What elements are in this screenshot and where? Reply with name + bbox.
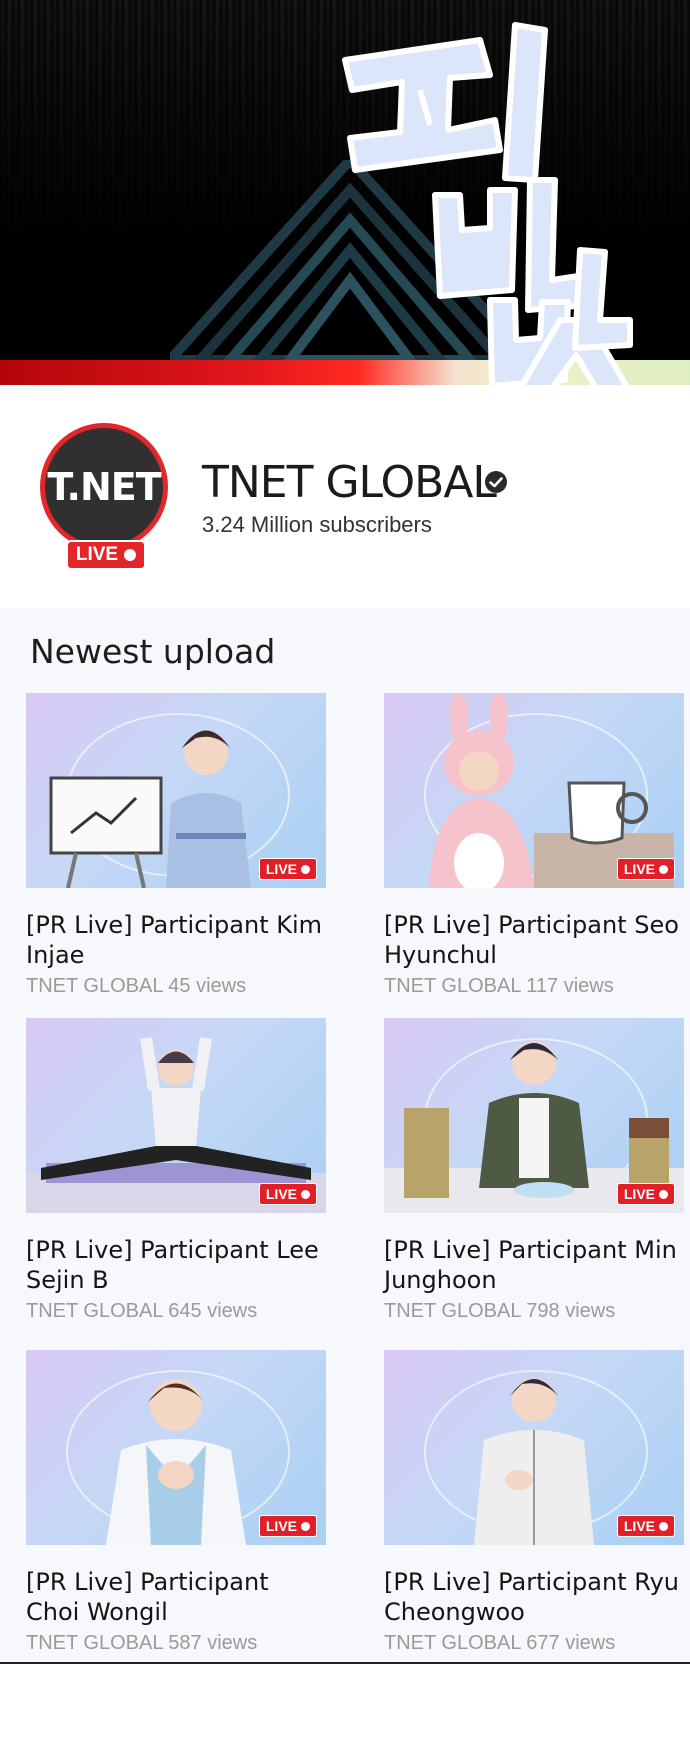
video-card[interactable]: LIVE [PR Live] Participant Choi Wongil T… (26, 1350, 326, 1655)
video-meta: TNET GLOBAL 587 views (26, 1632, 326, 1655)
video-meta: TNET GLOBAL 117 views (384, 975, 684, 998)
live-label: LIVE (623, 861, 655, 877)
page-footer (0, 1664, 690, 1738)
video-views: 798 views (526, 1300, 616, 1322)
section-title: Newest upload (30, 632, 276, 671)
video-meta: TNET GLOBAL 798 views (384, 1300, 684, 1323)
live-dot-icon (301, 864, 310, 874)
live-badge-label: LIVE (75, 544, 119, 565)
video-views: 645 views (168, 1300, 258, 1322)
video-thumbnail[interactable]: LIVE (384, 693, 684, 888)
channel-header: T.NET LIVE TNET GLOBAL 3.24 Million subs… (0, 385, 690, 608)
live-dot-icon (659, 1189, 668, 1199)
channel-avatar[interactable]: T.NET (40, 423, 168, 551)
thumbnail-live-badge: LIVE (258, 1515, 317, 1537)
video-title[interactable]: [PR Live] Participant Ryu Cheongwoo (384, 1567, 684, 1627)
thumbnail-live-badge: LIVE (616, 1515, 675, 1537)
video-title[interactable]: [PR Live] Participant Min Junghoon (384, 1235, 684, 1295)
subscriber-count: 3.24 Million subscribers (202, 512, 432, 537)
channel-logo: T.NET (45, 428, 163, 546)
live-label: LIVE (623, 1518, 655, 1534)
video-views: 45 views (168, 975, 247, 997)
video-card[interactable]: LIVE [PR Live] Participant Min Junghoon … (384, 1018, 684, 1323)
video-channel: TNET GLOBAL (26, 1632, 163, 1654)
live-label: LIVE (623, 1186, 655, 1202)
video-meta: TNET GLOBAL 45 views (26, 975, 326, 998)
video-channel: TNET GLOBAL (384, 1300, 521, 1322)
video-meta: TNET GLOBAL 645 views (26, 1300, 326, 1323)
live-dot-icon (659, 1521, 668, 1531)
video-thumbnail[interactable]: LIVE (26, 693, 326, 888)
video-channel: TNET GLOBAL (26, 1300, 163, 1322)
video-title[interactable]: [PR Live] Participant Lee Sejin B (26, 1235, 326, 1295)
live-dot-icon (124, 549, 137, 561)
thumbnail-live-badge: LIVE (258, 858, 317, 880)
channel-name[interactable]: TNET GLOBAL (202, 457, 497, 508)
thumbnail-live-badge: LIVE (616, 1183, 675, 1205)
video-views: 677 views (526, 1632, 616, 1654)
channel-logo-text: T.NET (47, 465, 161, 509)
video-views: 117 views (526, 975, 614, 997)
live-dot-icon (659, 864, 668, 874)
video-title[interactable]: [PR Live] Participant Choi Wongil (26, 1567, 326, 1627)
video-thumbnail[interactable]: LIVE (384, 1350, 684, 1545)
video-channel: TNET GLOBAL (26, 975, 163, 997)
video-channel: TNET GLOBAL (384, 975, 521, 997)
video-card[interactable]: LIVE [PR Live] Participant Kim Injae TNE… (26, 693, 326, 998)
thumbnail-live-badge: LIVE (616, 858, 675, 880)
thumbnail-live-badge: LIVE (258, 1183, 317, 1205)
live-label: LIVE (265, 1518, 297, 1534)
uploads-section: Newest upload LIVE [PR Live] Participant… (0, 608, 690, 1663)
video-card[interactable]: LIVE [PR Live] Participant Ryu Cheongwoo… (384, 1350, 684, 1655)
video-thumbnail[interactable]: LIVE (26, 1350, 326, 1545)
video-title[interactable]: [PR Live] Participant Kim Injae (26, 910, 326, 970)
video-card[interactable]: LIVE [PR Live] Participant Seo Hyunchul … (384, 693, 684, 998)
video-views: 587 views (168, 1632, 258, 1654)
live-label: LIVE (265, 861, 297, 877)
live-dot-icon (301, 1521, 310, 1531)
video-title[interactable]: [PR Live] Participant Seo Hyunchul (384, 910, 684, 970)
video-card[interactable]: LIVE [PR Live] Participant Lee Sejin B T… (26, 1018, 326, 1323)
live-dot-icon (301, 1189, 310, 1199)
video-meta: TNET GLOBAL 677 views (384, 1632, 684, 1655)
video-thumbnail[interactable]: LIVE (384, 1018, 684, 1213)
live-label: LIVE (265, 1186, 297, 1202)
channel-live-badge: LIVE (66, 540, 146, 570)
verified-check-icon (485, 471, 507, 493)
sfx-calligraphy (342, 22, 633, 408)
video-thumbnail[interactable]: LIVE (26, 1018, 326, 1213)
video-channel: TNET GLOBAL (384, 1632, 521, 1654)
